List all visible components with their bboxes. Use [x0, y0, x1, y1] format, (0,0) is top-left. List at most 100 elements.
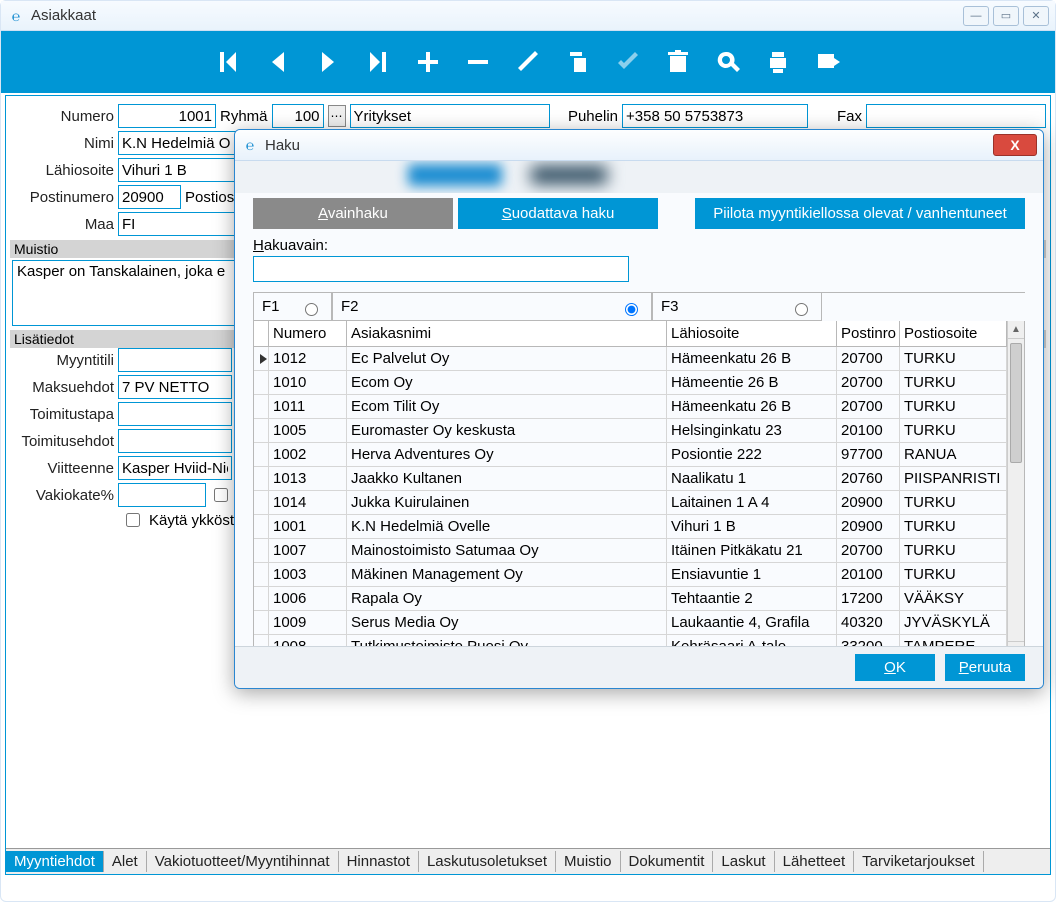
first-record-icon[interactable] [214, 48, 242, 76]
ok-button[interactable]: OK [855, 654, 935, 681]
myyntitili-input[interactable] [118, 348, 232, 372]
ryhma-lookup-button[interactable]: ⋯ [328, 105, 346, 127]
radio-f3[interactable]: F3 [652, 293, 822, 321]
main-window-titlebar[interactable]: ℮ Asiakkaat — ▭ ✕ [1, 1, 1055, 31]
col-lahiosoite[interactable]: Lähiosoite [667, 321, 837, 346]
maa-label: Maa [10, 216, 118, 233]
tab-dokumentit[interactable]: Dokumentit [621, 851, 714, 872]
toimitustapa-input[interactable] [118, 402, 232, 426]
remove-icon[interactable] [464, 48, 492, 76]
tools-icon[interactable] [814, 48, 842, 76]
confirm-icon[interactable] [614, 48, 642, 76]
table-row[interactable]: 1001K.N Hedelmiä OvelleVihuri 1 B20900TU… [254, 515, 1024, 539]
tab-laskutusoletukset[interactable]: Laskutusoletukset [419, 851, 556, 872]
table-row[interactable]: 1010Ecom OyHämeentie 26 B20700TURKU [254, 371, 1024, 395]
radio-f1[interactable]: F1 [253, 293, 332, 321]
kayta-ykkostu-checkbox[interactable] [126, 513, 140, 527]
delete-icon[interactable] [664, 48, 692, 76]
scroll-thumb[interactable] [1010, 343, 1022, 463]
numero-input[interactable] [118, 104, 216, 128]
print-icon[interactable] [764, 48, 792, 76]
tab-alet[interactable]: Alet [104, 851, 147, 872]
app-icon: ℮ [241, 136, 259, 154]
numero-label: Numero [10, 108, 118, 125]
nimi-input[interactable] [118, 131, 238, 155]
myyntitili-label: Myyntitili [10, 352, 118, 369]
postinumero-input[interactable] [118, 185, 181, 209]
vakiokate-label: Vakiokate% [10, 487, 118, 504]
table-row[interactable]: 1014Jukka KuirulainenLaitainen 1 A 42090… [254, 491, 1024, 515]
table-row[interactable]: 1007Mainostoimisto Satumaa OyItäinen Pit… [254, 539, 1024, 563]
tab-hinnastot[interactable]: Hinnastot [339, 851, 419, 872]
maksuehdot-label: Maksuehdot [10, 379, 118, 396]
table-row[interactable]: 1006Rapala OyTehtaantie 217200VÄÄKSY [254, 587, 1024, 611]
dialog-close-button[interactable]: X [993, 134, 1037, 156]
results-grid[interactable]: Numero Asiakasnimi Lähiosoite Postinro P… [253, 321, 1025, 660]
toimitusehdot-input[interactable] [118, 429, 232, 453]
table-row[interactable]: 1005Euromaster Oy keskustaHelsinginkatu … [254, 419, 1024, 443]
tab-laskut[interactable]: Laskut [713, 851, 774, 872]
ryhma-name-input[interactable] [350, 104, 550, 128]
maa-input[interactable] [118, 212, 238, 236]
table-row[interactable]: 1013Jaakko KultanenNaalikatu 120760PIISP… [254, 467, 1024, 491]
col-postinro[interactable]: Postinro [837, 321, 900, 346]
col-numero[interactable]: Numero [269, 321, 347, 346]
tab-vakiotuotteet-myyntihinnat[interactable]: Vakiotuotteet/Myyntihinnat [147, 851, 339, 872]
kayta-ykkostu-label: Käytä ykköstu [149, 512, 242, 529]
search-icon[interactable] [714, 48, 742, 76]
copy-icon[interactable] [564, 48, 592, 76]
table-row[interactable]: 1003Mäkinen Management OyEnsiavuntie 120… [254, 563, 1024, 587]
tab-muistio[interactable]: Muistio [556, 851, 621, 872]
window-title: Asiakkaat [31, 7, 963, 24]
avainhaku-tab[interactable]: Avainhaku [253, 198, 453, 229]
radio-f2[interactable]: F2 [332, 293, 652, 321]
main-toolbar [1, 31, 1055, 93]
lahiosoite-input[interactable] [118, 158, 238, 182]
hakuavain-input[interactable] [253, 256, 629, 282]
maximize-button[interactable]: ▭ [993, 6, 1019, 26]
toimitustapa-label: Toimitustapa [10, 406, 118, 423]
table-row[interactable]: 1009Serus Media OyLaukaantie 4, Grafila4… [254, 611, 1024, 635]
dialog-title: Haku [265, 137, 993, 154]
tab-l-hetteet[interactable]: Lähetteet [775, 851, 855, 872]
maksuehdot-input[interactable] [118, 375, 232, 399]
fax-label: Fax [818, 108, 862, 125]
prev-record-icon[interactable] [264, 48, 292, 76]
grid-scrollbar[interactable]: ▲ ▼ [1007, 321, 1024, 659]
vakiokate-input[interactable] [118, 483, 206, 507]
scroll-up-icon[interactable]: ▲ [1008, 321, 1024, 339]
lahiosoite-label: Lähiosoite [10, 162, 118, 179]
vakiokate-checkbox[interactable] [214, 488, 228, 502]
ryhma-input[interactable] [272, 104, 324, 128]
current-row-marker-icon [260, 354, 267, 364]
table-row[interactable]: 1011Ecom Tilit OyHämeenkatu 26 B20700TUR… [254, 395, 1024, 419]
puhelin-label: Puhelin [552, 108, 618, 125]
nimi-label: Nimi [10, 135, 118, 152]
cancel-button[interactable]: Peruuta [945, 654, 1025, 681]
sort-radio-row: F1 F2 F3 [253, 292, 1025, 321]
minimize-button[interactable]: — [963, 6, 989, 26]
postiosoite-label: Postios [185, 189, 234, 206]
table-row[interactable]: 1012Ec Palvelut OyHämeenkatu 26 B20700TU… [254, 347, 1024, 371]
edit-icon[interactable] [514, 48, 542, 76]
ryhma-label: Ryhmä [220, 108, 268, 125]
app-icon: ℮ [7, 7, 25, 25]
close-window-button[interactable]: ✕ [1023, 6, 1049, 26]
toimitusehdot-label: Toimitusehdot [10, 433, 118, 450]
col-asiakasnimi[interactable]: Asiakasnimi [347, 321, 667, 346]
add-icon[interactable] [414, 48, 442, 76]
tab-tarviketarjoukset[interactable]: Tarviketarjoukset [854, 851, 984, 872]
table-row[interactable]: 1002Herva Adventures OyPosiontie 2229770… [254, 443, 1024, 467]
viitteenne-label: Viitteenne [10, 460, 118, 477]
tab-myyntiehdot[interactable]: Myyntiehdot [6, 851, 104, 872]
next-record-icon[interactable] [314, 48, 342, 76]
puhelin-input[interactable] [622, 104, 808, 128]
viitteenne-input[interactable] [118, 456, 232, 480]
col-postiosoite[interactable]: Postiosoite [900, 321, 1007, 346]
dialog-titlebar[interactable]: ℮ Haku X [235, 130, 1043, 161]
last-record-icon[interactable] [364, 48, 392, 76]
piilota-button[interactable]: Piilota myyntikiellossa olevat / vanhent… [695, 198, 1025, 229]
fax-input[interactable] [866, 104, 1046, 128]
suodattava-haku-tab[interactable]: Suodattava haku [458, 198, 658, 229]
search-dialog: ℮ Haku X Avainhaku Suodattava haku Piilo… [234, 129, 1044, 689]
